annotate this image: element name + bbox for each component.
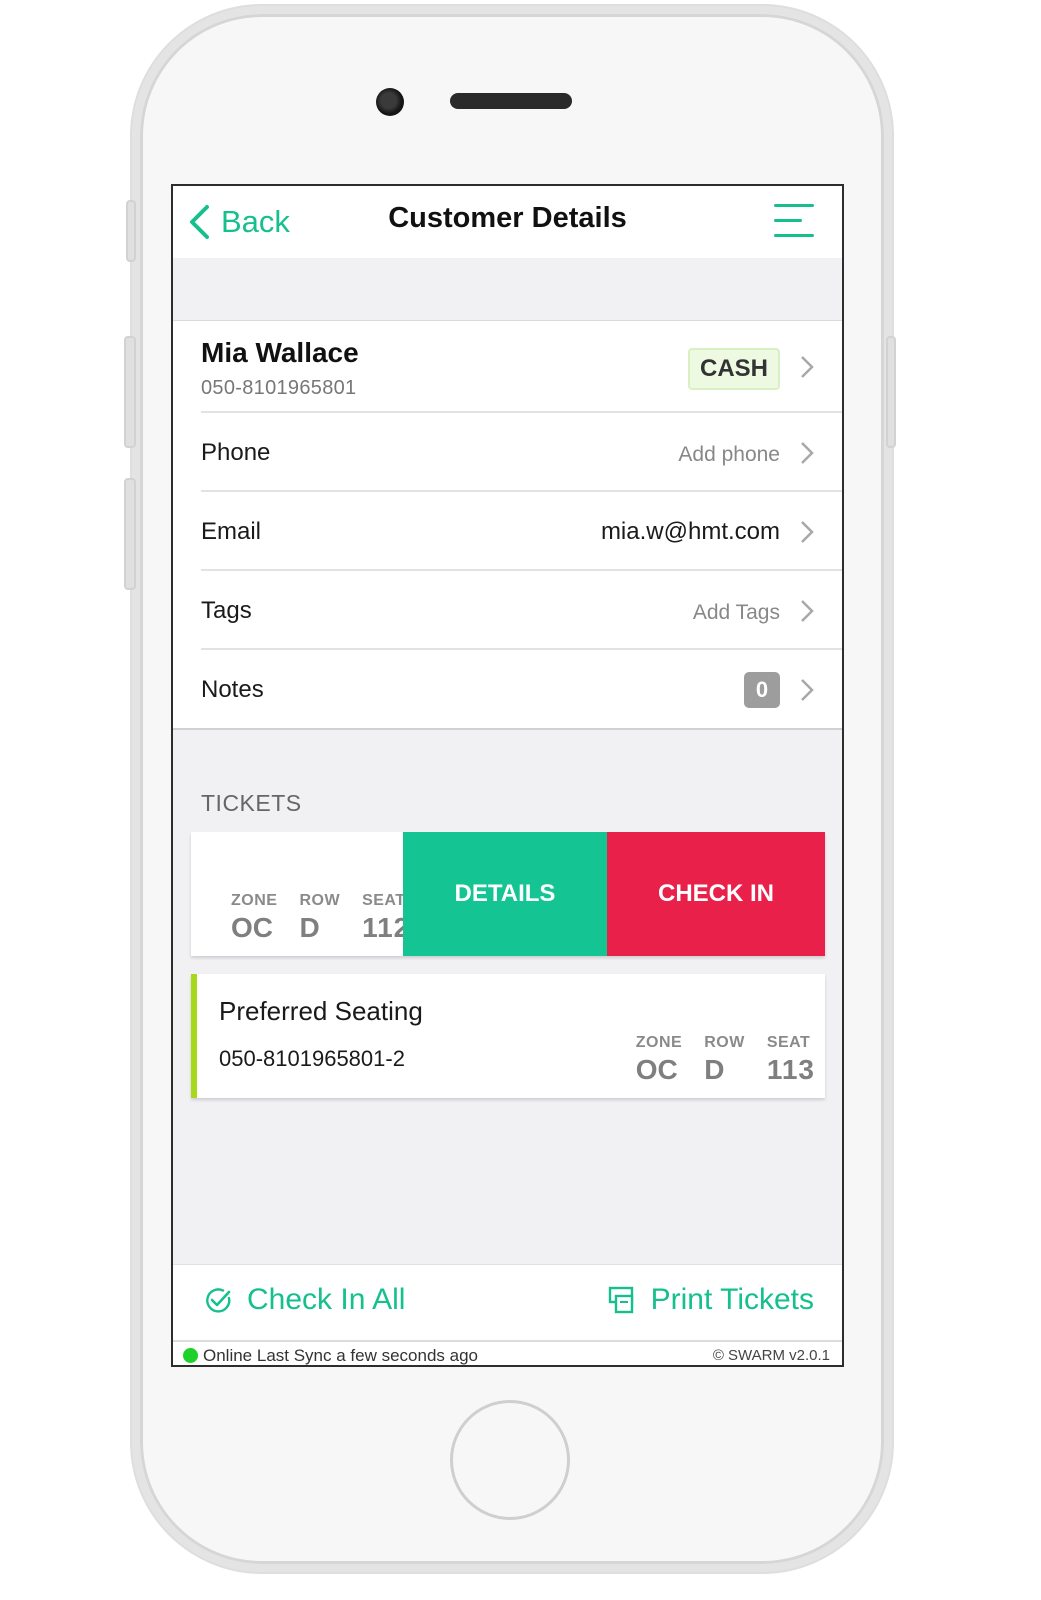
online-dot-icon <box>183 1348 198 1363</box>
print-tickets-button[interactable]: Print Tickets <box>607 1283 814 1317</box>
row-header: ROW <box>704 1034 745 1051</box>
check-in-all-button[interactable]: Check In All <box>203 1283 405 1317</box>
app-screen: Back Customer Details Mia Wallace 050-81… <box>171 184 844 1367</box>
chevron-right-icon <box>801 521 814 543</box>
seat-header: SEAT <box>766 1034 811 1051</box>
seat-value: 113 <box>766 1054 815 1085</box>
row-value: D <box>704 1054 725 1085</box>
zone-header: ZONE <box>231 892 278 909</box>
check-in-button[interactable]: CHECK IN <box>607 832 825 956</box>
zone-value: OC <box>231 912 273 943</box>
details-button[interactable]: DETAILS <box>403 832 607 956</box>
phone-camera <box>376 88 404 116</box>
page-title: Customer Details <box>388 202 627 234</box>
phone-speaker <box>450 93 572 109</box>
notes-row[interactable]: Notes 0 <box>201 650 842 729</box>
check-in-all-label: Check In All <box>247 1283 406 1316</box>
check-circle-icon <box>206 1288 231 1313</box>
phone-row[interactable]: Phone Add phone <box>201 413 842 492</box>
chevron-right-icon <box>801 600 814 622</box>
tags-row[interactable]: Tags Add Tags <box>201 571 842 650</box>
sync-status-text: Online Last Sync a few seconds ago <box>203 1346 478 1365</box>
print-tickets-label: Print Tickets <box>650 1283 814 1316</box>
email-row[interactable]: Email mia.w@hmt.com <box>201 492 842 571</box>
tags-value: Add Tags <box>692 601 780 624</box>
zone-value: OC <box>635 1054 678 1085</box>
app-version: © SWARM v2.0.1 <box>712 1347 830 1364</box>
nav-bar: Back Customer Details <box>173 186 842 258</box>
row-header: ROW <box>299 892 341 909</box>
notes-label: Notes <box>201 676 264 703</box>
status-bar: Online Last Sync a few seconds ago © SWA… <box>173 1340 842 1365</box>
phone-value: Add phone <box>678 443 780 466</box>
customer-card: Mia Wallace 050-8101965801 CASH Phone Ad… <box>173 320 842 730</box>
phone-power-button <box>886 336 896 448</box>
tags-label: Tags <box>201 597 252 624</box>
printer-icon <box>608 1286 633 1314</box>
chevron-right-icon <box>801 442 814 464</box>
ticket-card-swiped[interactable]: ZONE OC ROW D SEAT 112 DETAILS CHECK IN <box>191 832 825 956</box>
chevron-right-icon <box>801 679 814 701</box>
bottom-action-bar: Check In All Print Tickets <box>173 1264 842 1340</box>
notes-count-badge: 0 <box>744 672 780 708</box>
chevron-right-icon <box>801 356 814 378</box>
customer-id: 050-8101965801 <box>201 377 357 399</box>
customer-name: Mia Wallace <box>201 337 359 368</box>
email-value: mia.w@hmt.com <box>600 518 780 545</box>
phone-mute-switch <box>126 200 136 262</box>
row-value: D <box>299 912 320 943</box>
ticket-card[interactable]: Preferred Seating 050-8101965801-2 ZONE … <box>191 974 825 1098</box>
payment-badge: CASH <box>687 348 780 390</box>
ticket-seat-info: ZONE OC ROW D SEAT 112 <box>231 892 410 944</box>
zone-header: ZONE <box>635 1034 683 1051</box>
ticket-name: Preferred Seating <box>219 996 423 1026</box>
phone-label: Phone <box>201 439 271 466</box>
ticket-seat-info: ZONE OC ROW D SEAT 113 <box>636 1034 815 1086</box>
tickets-section-title: TICKETS <box>201 790 302 816</box>
phone-volume-up <box>124 336 136 448</box>
menu-icon[interactable] <box>774 204 814 238</box>
email-label: Email <box>201 518 262 545</box>
ticket-id: 050-8101965801-2 <box>219 1046 405 1071</box>
phone-home-button[interactable] <box>450 1400 570 1520</box>
customer-summary-row[interactable]: Mia Wallace 050-8101965801 CASH <box>201 321 842 413</box>
phone-volume-down <box>124 478 136 590</box>
